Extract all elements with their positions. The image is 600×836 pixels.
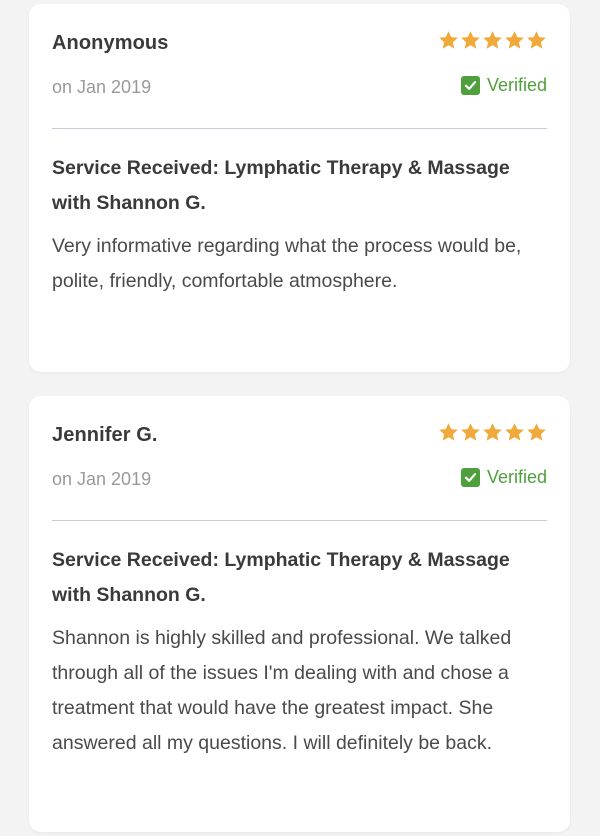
checkbox-checked-icon [460, 468, 480, 487]
reviewer-name: Anonymous [52, 32, 169, 54]
verified-label: Verified [486, 467, 547, 487]
star-icon [527, 423, 546, 441]
review-card: Anonymous on Jan 2019 Verified Service R… [29, 4, 570, 372]
review-text: Shannon is highly skilled and profession… [52, 627, 512, 754]
review-text: Very informative regarding what the proc… [52, 235, 522, 292]
checkbox-checked-icon [460, 76, 480, 95]
star-icon [527, 31, 546, 49]
star-icon [439, 423, 458, 441]
verified-badge: Verified [460, 467, 547, 488]
star-rating [438, 30, 547, 51]
reviewer-name: Jennifer G. [52, 424, 158, 446]
star-icon [505, 31, 524, 49]
star-icon [483, 31, 502, 49]
service-received: Service Received: Lymphatic Therapy & Ma… [52, 549, 510, 606]
star-icon [439, 31, 458, 49]
review-card: Jennifer G. on Jan 2019 Verified Service… [29, 396, 570, 832]
review-date: on Jan 2019 [52, 469, 152, 489]
star-icon [461, 31, 480, 49]
star-icon [483, 423, 502, 441]
star-icon [461, 423, 480, 441]
verified-label: Verified [486, 75, 547, 95]
review-header: Jennifer G. on Jan 2019 Verified [52, 396, 547, 521]
verified-badge: Verified [460, 75, 547, 96]
review-date: on Jan 2019 [52, 77, 152, 97]
service-received: Service Received: Lymphatic Therapy & Ma… [52, 157, 510, 214]
star-icon [505, 423, 524, 441]
review-header: Anonymous on Jan 2019 Verified [52, 4, 547, 129]
review-list: Anonymous on Jan 2019 Verified Service R… [0, 0, 600, 836]
star-rating [438, 422, 547, 443]
